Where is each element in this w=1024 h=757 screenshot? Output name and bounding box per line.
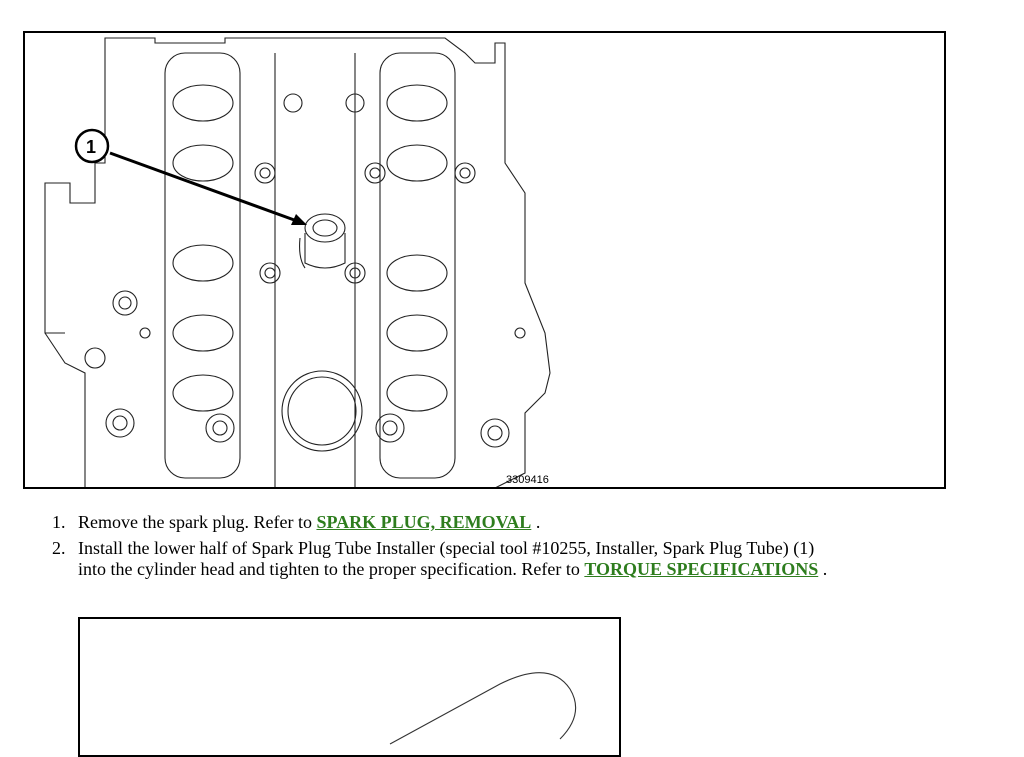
installer-tool-illustration (389, 672, 577, 745)
step-number: 1. (52, 512, 66, 532)
figure-number: 3309416 (506, 474, 549, 486)
arrow (109, 151, 307, 225)
step-1: 1. Remove the spark plug. Refer to SPARK… (52, 512, 1002, 533)
step-text: Remove the spark plug. Refer to (78, 512, 317, 532)
engine-illustration: 1 (44, 37, 551, 487)
callout-label: 1 (86, 137, 96, 157)
torque-specifications-link[interactable]: TORQUE SPECIFICATIONS (584, 559, 818, 579)
step-text-end: . (818, 559, 828, 579)
step-text-line2: into the cylinder head and tighten to th… (78, 559, 585, 579)
engine-figure: 1 3309416 (23, 31, 946, 489)
step-number: 2. (52, 538, 66, 558)
step-text-line1: Install the lower half of Spark Plug Tub… (78, 538, 815, 558)
spark-plug-removal-link[interactable]: SPARK PLUG, REMOVAL (316, 512, 531, 532)
procedure-steps: 1. Remove the spark plug. Refer to SPARK… (52, 512, 1002, 585)
step-text-end: . (531, 512, 541, 532)
step-2: 2. Install the lower half of Spark Plug … (52, 538, 1002, 580)
installer-figure (78, 617, 621, 757)
